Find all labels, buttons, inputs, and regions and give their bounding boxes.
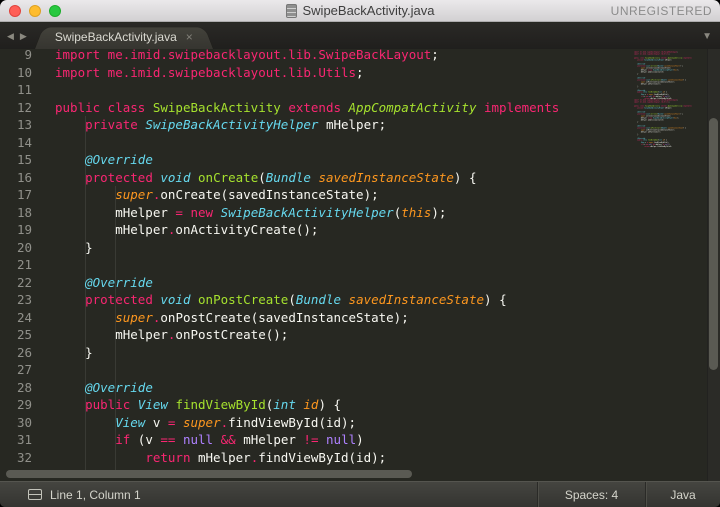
code-line[interactable]: @Override	[55, 379, 559, 397]
line-number: 18	[16, 204, 32, 220]
syntax-label: Java	[670, 487, 696, 502]
vertical-scrollbar-thumb[interactable]	[709, 118, 718, 370]
tab-label: SwipeBackActivity.java	[54, 30, 177, 44]
code-line[interactable]: mHelper.onPostCreate();	[55, 326, 559, 344]
code-line[interactable]: View v = super.findViewById(id);	[55, 414, 559, 432]
gutter: 9 10 11 12 13 14 15 16 17 18 19 20 21 22 23 24 25 26 27 28 2…	[0, 49, 32, 466]
panel-toggle-icon[interactable]	[28, 489, 42, 500]
tab-scroll-back-icon[interactable]: ◀	[7, 31, 14, 42]
title-bar: SwipeBackActivity.java UNREGISTERED	[0, 0, 720, 22]
code-line[interactable]: super.onPostCreate(savedInstanceState);	[55, 309, 559, 327]
code-line[interactable]: mHelper = new SwipeBackActivityHelper(th…	[55, 204, 559, 222]
code-line[interactable]: super.onCreate(savedInstanceState);	[55, 186, 559, 204]
code-text[interactable]: import me.imid.swipebacklayout.lib.Swipe…	[634, 51, 692, 99]
tab-swipebackactivity[interactable]: SwipeBackActivity.java ×	[35, 25, 213, 49]
line-number: 27	[16, 362, 32, 377]
code-line[interactable]: public View findViewById(int id) {	[55, 396, 559, 414]
line-number: 16	[16, 169, 32, 185]
line-number: 29	[16, 397, 32, 412]
code-line[interactable]: import me.imid.swipebacklayout.lib.Utils…	[55, 64, 559, 82]
code-line[interactable]: public class SwipeBackActivity extends A…	[55, 99, 559, 117]
tab-inner: SwipeBackActivity.java ×	[35, 25, 213, 49]
line-number: 14	[16, 134, 32, 150]
line-number: 9	[24, 49, 32, 62]
code-line[interactable]: protected void onCreate(Bundle savedInst…	[55, 169, 559, 187]
line-number: 31	[16, 432, 32, 447]
minimize-window-button[interactable]	[29, 5, 41, 17]
code-line[interactable]: if (v == null && mHelper != null)	[55, 431, 559, 449]
app-window: SwipeBackActivity.java UNREGISTERED ◀ ▶ …	[0, 0, 720, 507]
status-bar: Line 1, Column 1 Spaces: 4 Java	[0, 481, 720, 507]
line-number: 30	[16, 414, 32, 430]
editor: 9 10 11 12 13 14 15 16 17 18 19 20 21 22 23 24 25 26 27 28 2…	[0, 49, 720, 481]
code-line[interactable]	[55, 134, 559, 152]
line-number: 10	[16, 64, 32, 80]
line-number: 15	[16, 152, 32, 167]
close-window-button[interactable]	[9, 5, 21, 17]
code-line[interactable]: }	[55, 239, 559, 257]
line-number: 17	[16, 187, 32, 202]
window-title: SwipeBackActivity.java	[302, 3, 435, 18]
code-line[interactable]: mHelper.onActivityCreate();	[55, 221, 559, 239]
traffic-lights	[9, 5, 61, 17]
code-line[interactable]	[55, 361, 559, 379]
code-line[interactable]: }	[55, 344, 559, 362]
line-number: 11	[16, 82, 32, 97]
line-number: 20	[16, 239, 32, 255]
line-number: 28	[16, 379, 32, 395]
line-number: 22	[16, 274, 32, 290]
spaces-label: Spaces: 4	[564, 487, 619, 502]
line-number: 26	[16, 344, 32, 360]
code-line[interactable]: @Override	[55, 274, 559, 292]
code-line[interactable]	[55, 81, 559, 99]
line-number: 19	[16, 222, 32, 237]
tab-scroll-forward-icon[interactable]: ▶	[20, 31, 27, 42]
code-line[interactable]: import me.imid.swipebacklayout.lib.Swipe…	[55, 49, 559, 64]
tab-bar: ◀ ▶ SwipeBackActivity.java × ▼	[0, 23, 720, 49]
syntax-menu[interactable]: Java	[645, 482, 720, 507]
code-line[interactable]	[55, 256, 559, 274]
code-line[interactable]: protected void onPostCreate(Bundle saved…	[55, 291, 559, 309]
tab-nav: ◀ ▶	[0, 23, 35, 49]
indentation-menu[interactable]: Spaces: 4	[537, 482, 645, 507]
line-number: 24	[16, 309, 32, 325]
line-number: 32	[16, 449, 32, 465]
line-number: 23	[16, 292, 32, 307]
tab-close-icon[interactable]: ×	[186, 31, 193, 43]
line-number: 13	[16, 117, 32, 132]
horizontal-scrollbar-thumb[interactable]	[6, 470, 412, 478]
code-text[interactable]: import me.imid.swipebacklayout.lib.Swipe…	[634, 99, 692, 147]
document-icon	[285, 3, 297, 18]
code-line[interactable]: private SwipeBackActivityHelper mHelper;	[55, 116, 559, 134]
line-number: 25	[16, 327, 32, 342]
unregistered-label: UNREGISTERED	[610, 4, 712, 18]
cursor-position-label: Line 1, Column 1	[50, 487, 141, 502]
line-number: 12	[16, 99, 32, 115]
code-line[interactable]: @Override	[55, 151, 559, 169]
minimap[interactable]: import me.imid.swipebacklayout.lib.Swipe…	[634, 49, 706, 481]
status-left: Line 1, Column 1	[0, 488, 537, 502]
code-line[interactable]: return mHelper.findViewById(id);	[55, 449, 559, 467]
code-text[interactable]: import me.imid.swipebacklayout.lib.Swipe…	[55, 49, 559, 466]
line-number: 21	[16, 257, 32, 272]
tab-overflow-icon[interactable]: ▼	[702, 31, 712, 42]
zoom-window-button[interactable]	[49, 5, 61, 17]
